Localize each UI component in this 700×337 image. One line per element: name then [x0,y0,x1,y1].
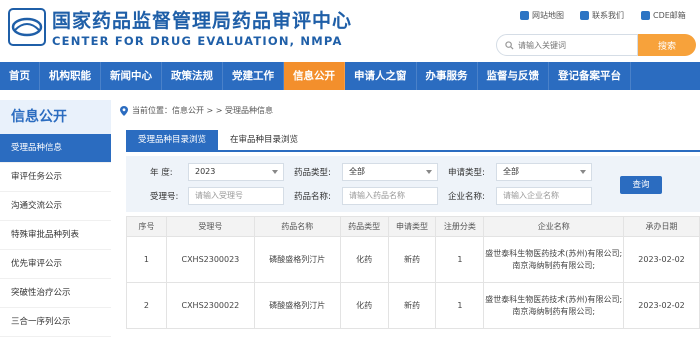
nav-feedback[interactable]: 监督与反馈 [478,62,549,90]
breadcrumb: 当前位置：信息公开 > > 受理品种信息 [120,100,700,122]
cell-date: 2023-02-02 [623,282,700,329]
contact-link[interactable]: 联系我们 [580,10,624,21]
search-icon [505,40,514,50]
cell-company: 盛世泰科生物医药技术(苏州)有限公司;南京海纳制药有限公司; [483,282,625,329]
table-row[interactable]: 1 CXHS2300023 磷酸盛格列汀片 化药 新药 1 盛世泰科生物医药技术… [126,236,700,283]
mail-icon [641,11,650,20]
nav-functions[interactable]: 机构职能 [40,62,101,90]
nav-policy[interactable]: 政策法规 [162,62,223,90]
drug-name-label: 药品名称: [294,192,331,202]
sidebar-item-special-approval[interactable]: 特殊审批品种列表 [0,221,111,250]
cde-logo-icon [8,8,46,46]
nav-services[interactable]: 办事服务 [417,62,478,90]
table-row[interactable]: 2 CXHS2300022 磷酸盛格列汀片 化药 新药 1 盛世泰科生物医药技术… [126,282,700,329]
sitemap-link[interactable]: 网站地图 [520,10,564,21]
breadcrumb-text: 当前位置：信息公开 > > 受理品种信息 [132,106,274,115]
tab-accepted-catalog[interactable]: 受理品种目录浏览 [126,130,219,150]
tab-in-review-catalog[interactable]: 在审品种目录浏览 [218,130,310,150]
nav-news[interactable]: 新闻中心 [101,62,162,90]
col-header-company: 企业名称 [483,216,625,237]
sidebar-title: 信息公开 [0,100,111,134]
drug-name-input[interactable]: 请输入药品名称 [342,187,438,205]
acceptance-input[interactable]: 请输入受理号 [188,187,284,205]
table-header-row: 序号 受理号 药品名称 药品类型 申请类型 注册分类 企业名称 承办日期 [126,216,700,237]
chevron-down-icon [426,170,432,174]
filter-panel: 年 度: 2023 药品类型: 全部 申请类型: 全部 受理号: 请输入受理号 … [126,156,700,212]
main-nav: 首页 机构职能 新闻中心 政策法规 党建工作 信息公开 申请人之窗 办事服务 监… [0,62,700,90]
cell-reg-class: 1 [435,282,485,329]
tab-bar: 受理品种目录浏览 在审品种目录浏览 [126,130,700,152]
cell-index: 1 [126,236,167,283]
nav-applicant[interactable]: 申请人之窗 [345,62,417,90]
cell-drug-type: 化药 [339,236,389,283]
site-header: 国家药品监督管理局药品审评中心 CENTER FOR DRUG EVALUATI… [0,0,700,62]
col-header-reg-class: 注册分类 [435,216,485,237]
search-input[interactable] [518,40,628,50]
cell-drug-name: 磷酸盛格列汀片 [253,236,341,283]
sidebar-item-review-tasks[interactable]: 审评任务公示 [0,163,111,192]
col-header-index: 序号 [126,216,167,237]
phone-icon [580,11,589,20]
cell-index: 2 [126,282,167,329]
col-header-apply-type: 申请类型 [387,216,437,237]
sidebar-item-breakthrough[interactable]: 突破性治疗公示 [0,279,111,308]
col-header-drug-name: 药品名称 [253,216,341,237]
sidebar-item-three-in-one[interactable]: 三合一序列公示 [0,308,111,337]
drug-type-select[interactable]: 全部 [342,163,438,181]
nav-home[interactable]: 首页 [0,62,40,90]
sidebar-item-communication[interactable]: 沟通交流公示 [0,192,111,221]
col-header-date: 承办日期 [623,216,700,237]
nav-info-public[interactable]: 信息公开 [284,62,345,90]
nav-party[interactable]: 党建工作 [223,62,284,90]
results-table: 序号 受理号 药品名称 药品类型 申请类型 注册分类 企业名称 承办日期 1 C… [126,216,700,329]
year-select[interactable]: 2023 [188,163,284,181]
location-pin-icon [120,106,128,116]
sidebar-item-priority[interactable]: 优先审评公示 [0,250,111,279]
email-link[interactable]: CDE邮箱 [641,10,686,21]
year-label: 年 度: [150,168,173,178]
chevron-down-icon [272,170,278,174]
cell-date: 2023-02-02 [623,236,700,283]
cell-acceptance: CXHS2300022 [165,282,255,329]
cell-company: 盛世泰科生物医药技术(苏州)有限公司;南京海纳制药有限公司; [483,236,625,283]
company-label: 企业名称: [448,192,485,202]
cell-apply-type: 新药 [387,236,437,283]
drug-type-label: 药品类型: [294,168,331,178]
apply-type-select[interactable]: 全部 [496,163,592,181]
sidebar-item-accepted[interactable]: 受理品种信息 [0,134,111,163]
col-header-acceptance: 受理号 [165,216,255,237]
acceptance-label: 受理号: [150,192,179,202]
chevron-down-icon [580,170,586,174]
apply-type-label: 申请类型: [448,168,485,178]
sidebar: 信息公开 受理品种信息 审评任务公示 沟通交流公示 特殊审批品种列表 优先审评公… [0,100,111,337]
search-button[interactable]: 搜索 [638,34,696,56]
cell-acceptance: CXHS2300023 [165,236,255,283]
company-input[interactable]: 请输入企业名称 [496,187,592,205]
query-button[interactable]: 查询 [620,176,662,194]
home-icon [520,11,529,20]
col-header-drug-type: 药品类型 [339,216,389,237]
cell-apply-type: 新药 [387,282,437,329]
nav-registration[interactable]: 登记备案平台 [549,62,631,90]
site-title-cn: 国家药品监督管理局药品审评中心 [52,10,353,32]
cell-drug-type: 化药 [339,282,389,329]
search-box [496,34,638,56]
cell-reg-class: 1 [435,236,485,283]
cell-drug-name: 磷酸盛格列汀片 [253,282,341,329]
main-content: 当前位置：信息公开 > > 受理品种信息 受理品种目录浏览 在审品种目录浏览 年… [120,100,700,330]
site-title-en: CENTER FOR DRUG EVALUATION, NMPA [52,34,343,48]
